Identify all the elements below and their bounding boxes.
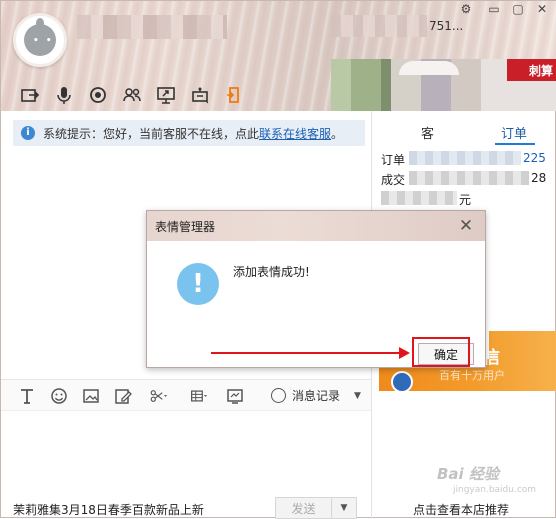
emoji-icon[interactable] (43, 386, 75, 406)
dialog-message: 添加表情成功! (233, 265, 310, 279)
avatar[interactable]: • • (13, 13, 67, 67)
tab-order-indicator (495, 143, 535, 145)
message-record-button[interactable]: 消息记录 ▼ (271, 387, 361, 404)
close-icon[interactable]: ✕ (533, 2, 551, 16)
ad-decoration (399, 61, 459, 75)
notice-suffix: 。 (331, 126, 344, 141)
minimize-icon[interactable]: ▭ (485, 2, 503, 16)
table-icon[interactable] (179, 386, 219, 406)
contact-online-service-link[interactable]: 联系在线客服 (259, 125, 331, 142)
message-record-label: 消息记录 (292, 389, 341, 403)
dialog-titlebar: 表情管理器 ✕ (147, 211, 485, 241)
orange-tag-icon[interactable] (217, 83, 251, 107)
chat-bubble-icon (271, 388, 286, 403)
contacts-icon[interactable] (115, 83, 149, 107)
store-recommend-link[interactable]: 点击查看本店推荐 (413, 501, 509, 518)
price-redacted (381, 191, 457, 205)
deal-number: 28 (531, 171, 547, 185)
annotation-arrow-head (399, 347, 410, 359)
banner-logo-icon (391, 371, 413, 391)
banner-subtext: 百有十万用户 (439, 369, 505, 382)
annotation-arrow (211, 352, 403, 354)
dialog-title: 表情管理器 (155, 219, 216, 234)
chevron-down-icon[interactable]: ▼ (354, 391, 361, 401)
ad-badge[interactable]: 刺算 (507, 59, 556, 81)
deal-label: 成交 (381, 173, 406, 187)
send-button-group: 发送 ▼ (275, 497, 357, 519)
order-label: 订单 (381, 153, 406, 167)
send-button[interactable]: 发送 (276, 498, 332, 518)
price-unit: 元 (459, 193, 472, 207)
chat-toolbar (13, 83, 251, 107)
window-header: • • 751... ⚙ ▭ ▢ ✕ 刺算 (1, 1, 556, 111)
order-number[interactable]: 225 (523, 151, 546, 165)
settings-icon[interactable]: ⚙ (457, 2, 475, 16)
screenshot-icon[interactable] (219, 386, 251, 406)
watermark-url: jingyan.baidu.com (453, 485, 537, 495)
tab-order[interactable]: 订单 (501, 123, 527, 142)
contact-id-redacted (331, 15, 427, 37)
status-text[interactable]: 茉莉雅集3月18日春季百款新品上新 (13, 501, 204, 518)
edit-icon[interactable] (107, 386, 139, 406)
contact-id-fragment: 751... (429, 19, 464, 33)
scissors-icon[interactable] (139, 386, 179, 406)
screen-share-icon[interactable] (149, 83, 183, 107)
exclamation-icon: ! (177, 263, 219, 305)
remote-assist-icon[interactable] (183, 83, 217, 107)
chat-window: • • 751... ⚙ ▭ ▢ ✕ 刺算 i 系统提示：您好，当前客服不在线，… (0, 0, 556, 519)
composer-toolbar: 消息记录 ▼ (1, 379, 371, 411)
order-value-redacted (409, 151, 521, 165)
contact-name-redacted (77, 15, 227, 39)
avatar-icon: • • (24, 18, 56, 56)
send-options-chevron-icon[interactable]: ▼ (332, 498, 356, 518)
folder-send-icon[interactable] (13, 83, 47, 107)
camera-icon[interactable] (81, 83, 115, 107)
font-icon[interactable] (11, 386, 43, 406)
microphone-icon[interactable] (47, 83, 81, 107)
info-icon: i (21, 126, 35, 140)
maximize-icon[interactable]: ▢ (509, 2, 527, 16)
annotation-highlight-box (412, 337, 470, 367)
image-icon[interactable] (75, 386, 107, 406)
notice-text: 系统提示：您好，当前客服不在线，点此 (43, 126, 260, 141)
tab-customer[interactable]: 客 (421, 123, 434, 142)
system-notice: i 系统提示：您好，当前客服不在线，点此 联系在线客服 。 (13, 120, 365, 146)
deal-value-redacted (409, 171, 529, 185)
dialog-close-icon[interactable]: ✕ (457, 216, 475, 236)
watermark: Bai 经验 (437, 465, 499, 483)
